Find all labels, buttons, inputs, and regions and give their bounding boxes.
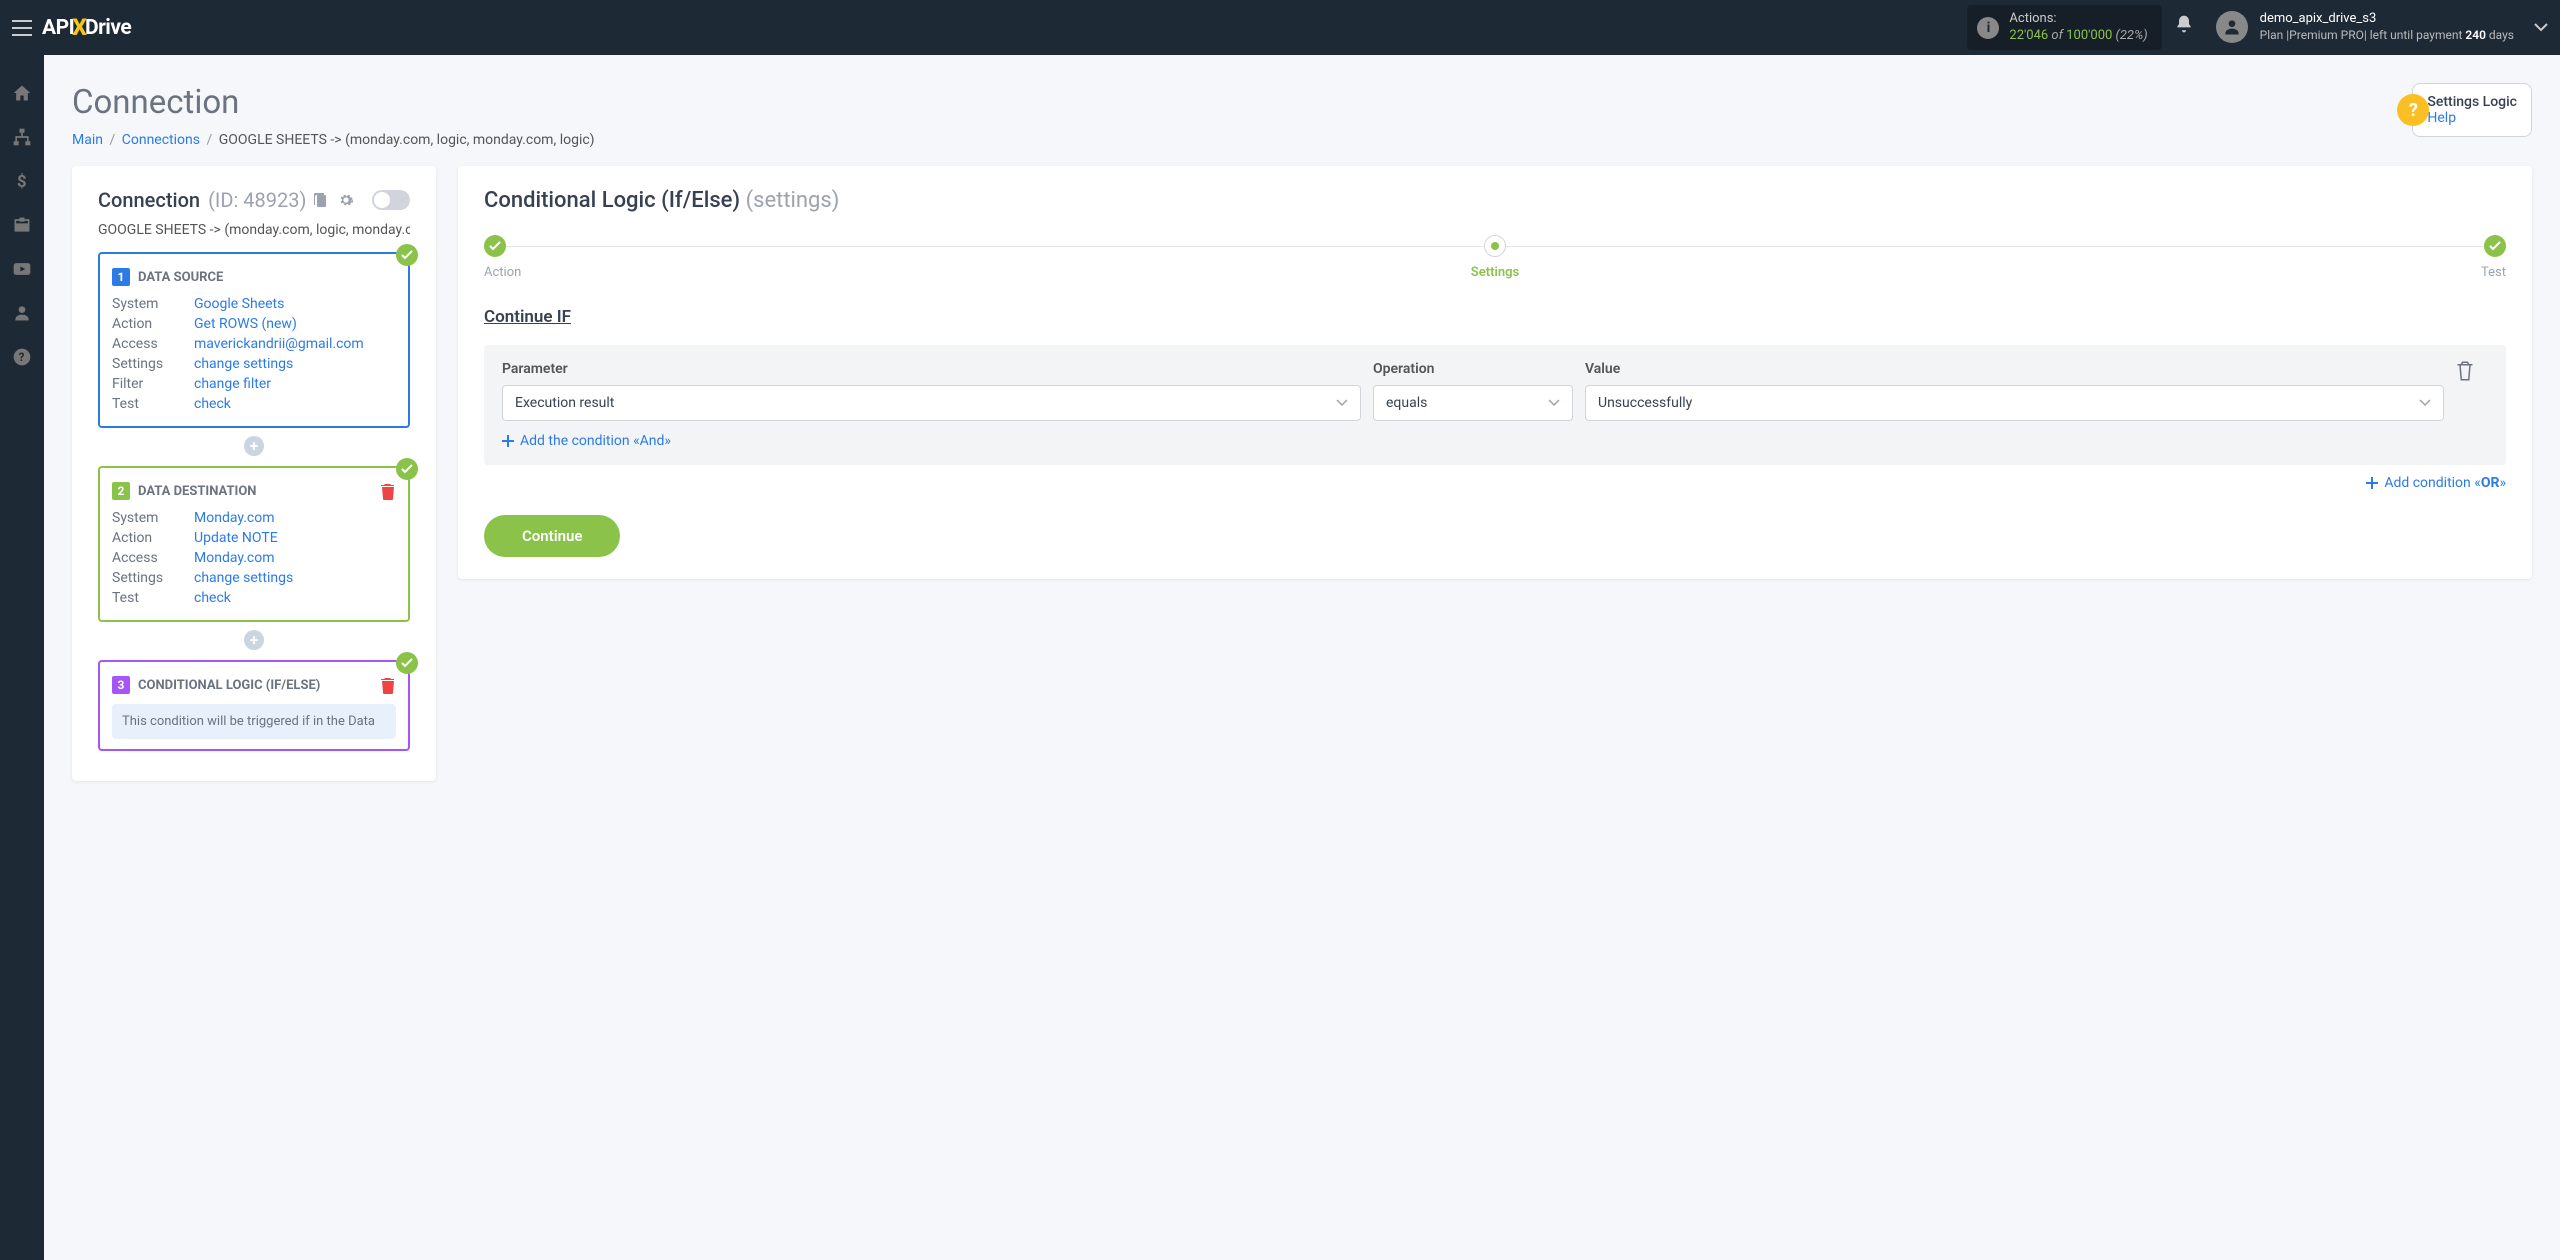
actions-label: Actions: <box>2009 11 2147 28</box>
continue-if-heading: Continue IF <box>484 307 2506 327</box>
info-icon: i <box>1977 17 1999 39</box>
add-or-button[interactable]: Add condition «OR» <box>484 475 2506 491</box>
dest-access[interactable]: Monday.com <box>194 550 275 566</box>
source-access[interactable]: maverickandrii@gmail.com <box>194 336 364 352</box>
step-number: 1 <box>112 268 130 286</box>
page-title: Connection <box>72 83 595 122</box>
connection-subtitle: GOOGLE SHEETS -> (monday.com, logic, mon… <box>98 222 410 238</box>
source-test[interactable]: check <box>194 396 231 412</box>
wizard-steps: Action Settings Test <box>484 235 2506 257</box>
menu-toggle[interactable] <box>12 20 32 36</box>
help-card: ? Settings Logic Help <box>2412 83 2532 137</box>
connection-toggle[interactable] <box>372 190 410 210</box>
wizard-step-test[interactable]: Test <box>2484 235 2506 257</box>
source-system[interactable]: Google Sheets <box>194 296 284 312</box>
data-destination-block[interactable]: 2DATA DESTINATION SystemMonday.com Actio… <box>98 466 410 622</box>
operation-label: Operation <box>1373 361 1573 377</box>
briefcase-icon[interactable] <box>12 215 32 235</box>
chevron-down-icon <box>2419 399 2431 407</box>
check-icon <box>396 458 418 480</box>
step-number: 2 <box>112 482 130 500</box>
breadcrumb-main[interactable]: Main <box>72 132 103 148</box>
breadcrumb: Main / Connections / GOOGLE SHEETS -> (m… <box>72 132 595 148</box>
username: demo_apix_drive_s3 <box>2260 11 2514 28</box>
step-number: 3 <box>112 676 130 694</box>
copy-icon[interactable] <box>314 192 330 208</box>
continue-button[interactable]: Continue <box>484 515 620 557</box>
source-filter[interactable]: change filter <box>194 376 271 392</box>
dest-test[interactable]: check <box>194 590 231 606</box>
help-title: Settings Logic <box>2427 94 2517 110</box>
delete-condition-button[interactable] <box>2456 361 2488 381</box>
main-panel: Conditional Logic (If/Else) (settings) A… <box>458 166 2532 579</box>
chevron-down-icon <box>1548 399 1560 407</box>
trash-icon[interactable] <box>381 484 396 499</box>
chevron-down-icon <box>2534 23 2548 32</box>
actions-counter[interactable]: i Actions: 22'046 of 100'000 (22%) <box>1967 5 2161 51</box>
bell-icon[interactable] <box>2174 14 2202 42</box>
condition-box: Parameter Execution result Operation equ… <box>484 345 2506 465</box>
dest-action[interactable]: Update NOTE <box>194 530 278 546</box>
source-settings[interactable]: change settings <box>194 356 293 372</box>
main-title: Conditional Logic (If/Else) (settings) <box>484 188 2506 213</box>
sitemap-icon[interactable] <box>12 127 32 147</box>
breadcrumb-connections[interactable]: Connections <box>122 132 200 148</box>
connection-id: (ID: 48923) <box>208 188 306 212</box>
connection-panel: Connection (ID: 48923) GOOGLE SHEETS -> … <box>72 166 436 781</box>
side-nav: $ ? <box>0 55 44 1260</box>
add-step-button[interactable]: + <box>244 436 264 456</box>
svg-text:$: $ <box>17 173 27 191</box>
dest-system[interactable]: Monday.com <box>194 510 275 526</box>
logic-description: This condition will be triggered if in t… <box>112 704 396 739</box>
conditional-logic-block[interactable]: 3CONDITIONAL LOGIC (IF/ELSE) This condit… <box>98 660 410 751</box>
check-icon <box>396 652 418 674</box>
youtube-icon[interactable] <box>12 259 32 279</box>
question-icon: ? <box>2397 94 2429 126</box>
connection-title-text: Connection <box>98 188 200 212</box>
parameter-label: Parameter <box>502 361 1361 377</box>
wizard-step-settings[interactable]: Settings <box>1484 235 1506 257</box>
operation-select[interactable]: equals <box>1373 385 1573 421</box>
check-icon <box>396 244 418 266</box>
source-action[interactable]: Get ROWS (new) <box>194 316 297 332</box>
actions-used: 22'046 <box>2009 28 2048 43</box>
value-label: Value <box>1585 361 2444 377</box>
dollar-icon[interactable]: $ <box>12 171 32 191</box>
user-icon[interactable] <box>12 303 32 323</box>
user-menu[interactable]: demo_apix_drive_s3 Plan |Premium PRO| le… <box>2216 11 2548 43</box>
svg-text:?: ? <box>19 350 25 364</box>
parameter-select[interactable]: Execution result <box>502 385 1361 421</box>
home-icon[interactable] <box>12 83 32 103</box>
breadcrumb-current: GOOGLE SHEETS -> (monday.com, logic, mon… <box>219 132 595 148</box>
trash-icon[interactable] <box>381 678 396 693</box>
add-step-button[interactable]: + <box>244 630 264 650</box>
help-icon[interactable]: ? <box>12 347 32 367</box>
add-and-button[interactable]: Add the condition «And» <box>502 433 2488 449</box>
data-source-block[interactable]: 1DATA SOURCE SystemGoogle Sheets ActionG… <box>98 252 410 428</box>
gear-icon[interactable] <box>338 192 354 208</box>
logo[interactable]: APIXDrive <box>42 14 131 41</box>
avatar-icon <box>2216 11 2248 43</box>
help-link[interactable]: Help <box>2427 110 2456 126</box>
chevron-down-icon <box>1336 399 1348 407</box>
dest-settings[interactable]: change settings <box>194 570 293 586</box>
value-select[interactable]: Unsuccessfully <box>1585 385 2444 421</box>
wizard-step-action[interactable]: Action <box>484 235 506 257</box>
